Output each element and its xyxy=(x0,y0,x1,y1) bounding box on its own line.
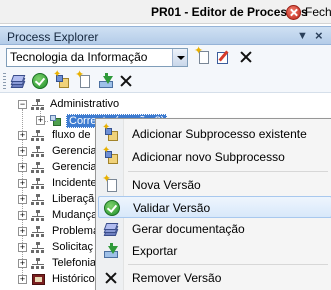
menu-item-label: Exportar xyxy=(132,244,178,258)
add-subprocess-icon[interactable]: ✦ xyxy=(53,70,70,89)
toolbar-row-1: Tecnologia da Informação ✦ xyxy=(0,45,331,69)
org-chart-icon xyxy=(31,178,45,190)
menu-separator xyxy=(128,264,328,265)
menu-item-validate-version[interactable]: Validar Versão xyxy=(98,196,331,218)
expand-icon[interactable]: + xyxy=(18,243,27,252)
tree-node-label: Liberaçã xyxy=(52,193,95,205)
validate-icon[interactable] xyxy=(32,73,48,89)
tree-node-label: Telefonia xyxy=(52,257,97,269)
tree-node-label: Administrativo xyxy=(50,98,120,110)
expand-icon[interactable]: + xyxy=(18,147,27,156)
menu-item-label: Validar Versão xyxy=(133,201,211,215)
tree-node-label: Solicitaç xyxy=(52,241,93,253)
org-chart-icon xyxy=(31,130,45,142)
org-chart-icon xyxy=(31,146,45,158)
org-chart-icon xyxy=(31,194,45,206)
org-chart-icon xyxy=(31,99,45,111)
expand-icon[interactable]: + xyxy=(36,116,45,125)
menu-separator xyxy=(128,171,328,172)
book-icon xyxy=(32,274,45,285)
menu-item-label: Gerar documentação xyxy=(132,222,245,236)
expand-icon[interactable]: + xyxy=(18,211,27,220)
menu-item-export[interactable]: Exportar xyxy=(98,240,331,262)
export-icon xyxy=(103,243,119,259)
menu-item-label: Remover Versão xyxy=(132,271,222,285)
tree-node-label: Mudança xyxy=(52,209,98,221)
delete-icon xyxy=(103,270,119,286)
menu-item-remove-version[interactable]: Remover Versão xyxy=(98,267,331,289)
toolbar-row-2: ✦ ✦ xyxy=(0,69,331,93)
close-icon[interactable] xyxy=(286,5,301,20)
tree-node-label: Gerencia xyxy=(52,161,97,173)
layers-icon[interactable] xyxy=(10,73,26,89)
tree-node-label: fluxo de xyxy=(52,129,91,141)
org-chart-icon xyxy=(31,242,45,254)
expand-icon[interactable]: + xyxy=(18,227,27,236)
org-chart-icon xyxy=(31,210,45,222)
menu-item-new-version[interactable]: ✦ Nova Versão xyxy=(98,174,331,196)
tree-node-label: Gerencia xyxy=(52,145,97,157)
expand-icon[interactable]: + xyxy=(18,131,27,140)
tree-node-label: Histórico xyxy=(52,273,95,285)
pin-icon[interactable]: ▼ xyxy=(297,30,308,42)
org-chart-icon xyxy=(31,258,45,270)
validate-icon xyxy=(104,200,120,216)
edit-icon[interactable] xyxy=(216,49,232,65)
add-existing-subprocess-icon: ✦ xyxy=(102,123,119,142)
panel-close-icon[interactable]: × xyxy=(315,28,323,43)
new-document-icon[interactable]: ✦ xyxy=(194,46,211,65)
menu-item-add-new-subprocess[interactable]: ✦ Adicionar novo Subprocesso xyxy=(98,146,331,168)
delete-icon[interactable] xyxy=(118,73,134,89)
expand-icon[interactable]: + xyxy=(18,275,27,284)
process-area-value: Tecnologia da Informação xyxy=(10,50,148,64)
subprocess-icon xyxy=(50,115,62,127)
tree-node-label: Incidente xyxy=(52,177,97,189)
menu-item-label: Adicionar novo Subprocesso xyxy=(132,150,285,164)
chevron-down-icon[interactable] xyxy=(172,49,187,66)
collapse-icon[interactable]: − xyxy=(18,100,27,109)
panel-header: Process Explorer ▼ × xyxy=(0,26,331,45)
export-icon[interactable] xyxy=(98,73,114,89)
tree-node[interactable]: − Administrativo xyxy=(0,97,331,113)
menu-item-label: Adicionar Subprocesso existente xyxy=(132,127,307,141)
window-title: PR01 - Editor de Processos xyxy=(151,5,308,19)
org-chart-icon xyxy=(31,162,45,174)
delete-icon[interactable] xyxy=(238,49,254,65)
expand-icon[interactable]: + xyxy=(18,179,27,188)
layers-icon xyxy=(103,221,119,237)
close-button-label[interactable]: Fech xyxy=(305,5,331,19)
menu-item-label: Nova Versão xyxy=(132,178,201,192)
expand-icon[interactable]: + xyxy=(18,259,27,268)
new-version-icon: ✦ xyxy=(102,174,119,193)
context-menu: ✦ Adicionar Subprocesso existente ✦ Adic… xyxy=(95,118,331,290)
menu-item-add-existing-subprocess[interactable]: ✦ Adicionar Subprocesso existente xyxy=(98,123,331,145)
toolbar-grip[interactable] xyxy=(3,73,6,89)
panel-title: Process Explorer xyxy=(7,30,99,44)
expand-icon[interactable]: + xyxy=(18,195,27,204)
menu-item-generate-documentation[interactable]: Gerar documentação xyxy=(98,218,331,240)
org-chart-icon xyxy=(31,226,45,238)
add-new-subprocess-icon: ✦ xyxy=(102,146,119,165)
expand-icon[interactable]: + xyxy=(18,163,27,172)
new-subprocess-icon[interactable]: ✦ xyxy=(75,70,92,89)
window-title-bar: PR01 - Editor de Processos Fech xyxy=(0,0,331,24)
tree-node-label: Problema xyxy=(52,225,100,237)
process-area-select[interactable]: Tecnologia da Informação xyxy=(6,48,188,67)
